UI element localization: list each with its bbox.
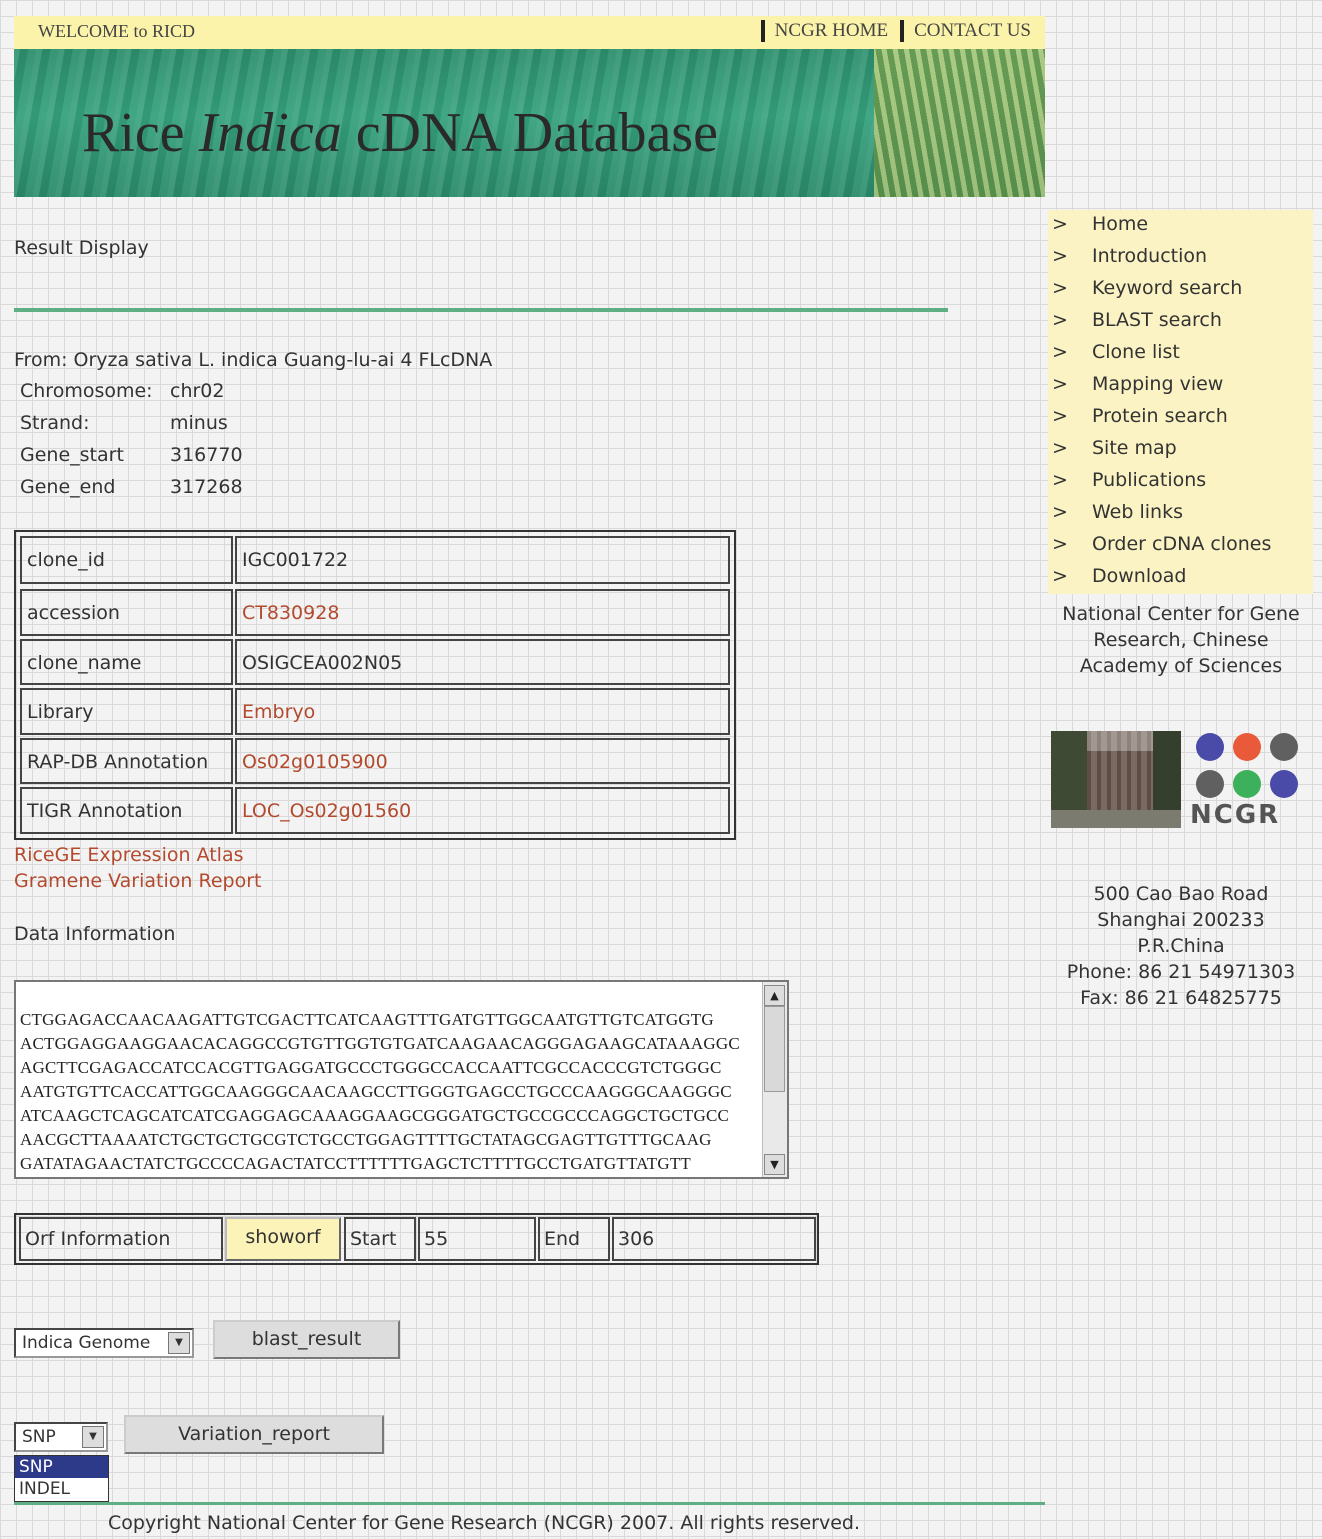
scroll-up-icon[interactable]: ▲: [764, 985, 785, 1006]
info-row-chromosome: Chromosome: chr02: [20, 380, 225, 402]
variation-report-button[interactable]: Variation_report: [124, 1415, 384, 1454]
section-title: Result Display: [14, 237, 149, 259]
sidebar-nav: > Home > Introduction > Keyword search > BLA…: [1048, 210, 1313, 594]
blast-result-button[interactable]: blast_result: [213, 1320, 400, 1359]
banner-title: Rice Indica cDNA Database: [82, 102, 718, 164]
table-label: clone_name: [20, 639, 233, 685]
orf-table: Orf Information showorf Start 55 End 306: [14, 1213, 819, 1265]
sidebar-item-keyword-search[interactable]: > Keyword search: [1048, 274, 1313, 306]
start-value: 55: [418, 1217, 536, 1261]
sidebar-item-publications[interactable]: > Publications: [1048, 466, 1313, 498]
address-block: 500 Cao Bao Road Shanghai 200233 P.R.Chi…: [1066, 883, 1296, 1009]
table-label: accession: [20, 589, 233, 636]
divider: [14, 308, 948, 312]
table-label: RAP-DB Annotation: [20, 738, 233, 784]
footer-divider: [14, 1502, 1045, 1505]
welcome-text: WELCOME to RICD: [38, 21, 195, 41]
sequence-text: CTGGAGACCAACAAGATTGTCGACTTCATCAAGTTTGATG…: [20, 1010, 740, 1173]
dropdown-option-snp[interactable]: SNP: [15, 1456, 108, 1478]
top-links: NCGR HOME CONTACT US: [749, 20, 1031, 42]
sidebar-item-introduction[interactable]: > Introduction: [1048, 242, 1313, 274]
rice-grain-image: [874, 49, 1045, 197]
info-row-gene-end: Gene_end 317268: [20, 476, 243, 498]
from-line: From: Oryza sativa L. indica Guang-lu-ai…: [14, 349, 493, 371]
sidebar-item-mapping-view[interactable]: > Mapping view: [1048, 370, 1313, 402]
data-info-title: Data Information: [14, 923, 176, 945]
table-value: IGC001722: [235, 536, 730, 584]
chevron-down-icon[interactable]: ▼: [82, 1426, 104, 1448]
sidebar-item-web-links[interactable]: > Web links: [1048, 498, 1313, 530]
ncgr-home-link[interactable]: NCGR HOME: [760, 20, 888, 42]
ricege-atlas-link[interactable]: RiceGE Expression Atlas: [14, 842, 261, 868]
logo-dot: [1270, 770, 1298, 798]
logo-dot: [1233, 770, 1261, 798]
variation-select[interactable]: SNP ▼: [14, 1422, 108, 1452]
logo-dot: [1233, 733, 1261, 761]
end-label: End: [538, 1217, 610, 1261]
sidebar-item-clone-list[interactable]: > Clone list: [1048, 338, 1313, 370]
info-row-strand: Strand: minus: [20, 412, 228, 434]
sidebar-item-home[interactable]: > Home: [1048, 210, 1313, 242]
table-label: TIGR Annotation: [20, 787, 233, 834]
organization-name: National Center for Gene Research, Chine…: [1062, 603, 1300, 677]
banner: Rice Indica cDNA Database: [14, 49, 1045, 197]
scroll-down-icon[interactable]: ▼: [764, 1154, 785, 1175]
logo-dot: [1196, 770, 1224, 798]
scroll-thumb[interactable]: [764, 1006, 785, 1092]
table-label: Library: [20, 688, 233, 735]
clone-info-table: clone_id IGC001722 accession CT830928 cl…: [14, 530, 736, 840]
table-value: OSIGCEA002N05: [235, 639, 730, 685]
genome-select[interactable]: Indica Genome ▼: [14, 1328, 194, 1358]
end-value: 306: [612, 1217, 816, 1261]
scrollbar[interactable]: ▲ ▼: [762, 982, 787, 1177]
sidebar-item-download[interactable]: > Download: [1048, 562, 1313, 594]
library-link[interactable]: Embryo: [235, 688, 730, 735]
building-photo: [1051, 731, 1181, 828]
top-bar: WELCOME to RICD NCGR HOME CONTACT US: [14, 16, 1045, 49]
contact-us-link[interactable]: CONTACT US: [900, 20, 1031, 42]
orf-label: Orf Information: [19, 1217, 223, 1261]
sidebar-item-protein-search[interactable]: > Protein search: [1048, 402, 1313, 434]
rap-db-link[interactable]: Os02g0105900: [235, 738, 730, 784]
sidebar-item-site-map[interactable]: > Site map: [1048, 434, 1313, 466]
dropdown-option-indel[interactable]: INDEL: [15, 1478, 108, 1500]
gramene-variation-link[interactable]: Gramene Variation Report: [14, 868, 261, 894]
logo-dot: [1270, 733, 1298, 761]
variation-dropdown-list: SNP INDEL: [14, 1455, 109, 1502]
chevron-down-icon[interactable]: ▼: [168, 1332, 190, 1354]
sequence-textarea[interactable]: CTGGAGACCAACAAGATTGTCGACTTCATCAAGTTTGATG…: [14, 980, 789, 1179]
sidebar-item-order-cdna-clones[interactable]: > Order cDNA clones: [1048, 530, 1313, 562]
extra-links: RiceGE Expression Atlas Gramene Variatio…: [14, 842, 261, 894]
ncgr-logo-text: NCGR: [1190, 800, 1281, 830]
accession-link[interactable]: CT830928: [235, 589, 730, 636]
start-label: Start: [344, 1217, 416, 1261]
copyright-text: Copyright National Center for Gene Resea…: [108, 1512, 861, 1534]
tigr-link[interactable]: LOC_Os02g01560: [235, 787, 730, 834]
info-row-gene-start: Gene_start 316770: [20, 444, 243, 466]
table-label: clone_id: [20, 536, 233, 584]
showorf-button[interactable]: showorf: [225, 1217, 341, 1261]
sidebar-item-blast-search[interactable]: > BLAST search: [1048, 306, 1313, 338]
logo-dot: [1196, 733, 1224, 761]
